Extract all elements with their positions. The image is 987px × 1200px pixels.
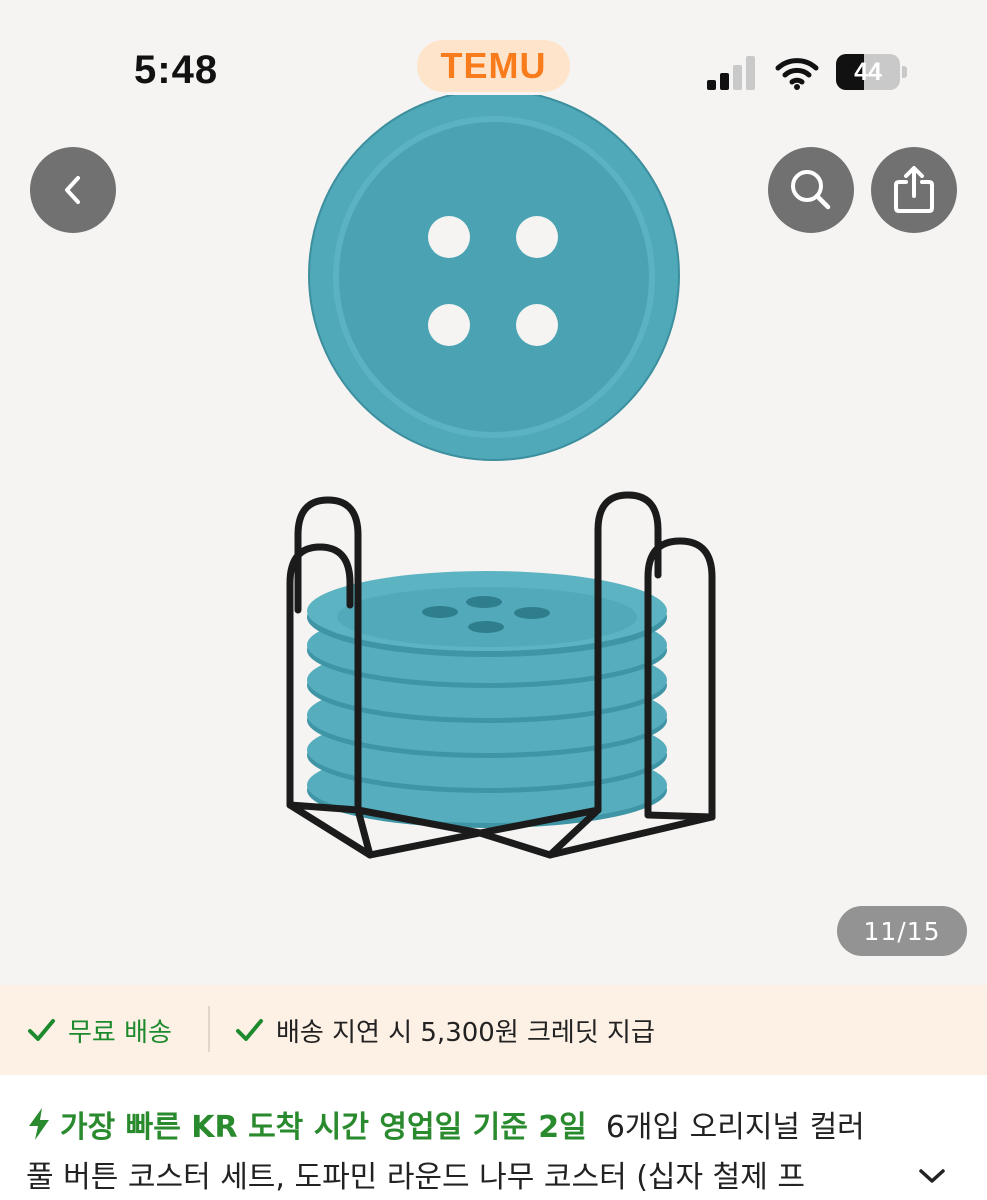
share-icon (894, 166, 934, 213)
cellular-signal-icon (707, 56, 755, 90)
battery-indicator: 44 (836, 54, 908, 90)
wifi-icon (775, 58, 819, 90)
lightning-icon (29, 1108, 49, 1140)
search-button[interactable] (768, 147, 854, 233)
product-title-start: 6개입 오리지널 컬러 (605, 1110, 865, 1145)
temu-logo: TEMU (417, 40, 570, 92)
chevron-down-icon (919, 1169, 945, 1183)
expand-title-button[interactable] (912, 1156, 952, 1196)
share-button[interactable] (871, 147, 957, 233)
shipping-divider (208, 1006, 210, 1052)
free-shipping-label: 무료 배송 (68, 1017, 172, 1048)
product-photo-button-coasters (286, 95, 716, 859)
shipping-info-bar: 무료 배송 배송 지연 시 5,300원 크레딧 지급 (0, 985, 987, 1075)
image-counter: 11/15 (837, 906, 967, 956)
delay-credit: 배송 지연 시 5,300원 크레딧 지급 (234, 985, 655, 1075)
product-title-line-1: 가장 빠른 KR 도착 시간 영업일 기준 2일 6개입 오리지널 컬러 (26, 1102, 865, 1146)
battery-percent: 44 (854, 58, 882, 86)
single-button-coaster (308, 95, 680, 461)
product-title-line-2: 풀 버튼 코스터 세트, 도파민 라운드 나무 코스터 (십자 철제 프 (26, 1160, 806, 1195)
check-icon (28, 1019, 55, 1041)
product-image-gallery[interactable]: 5:48 TEMU 44 11/15 (0, 0, 987, 985)
check-icon (236, 1019, 263, 1041)
search-icon (791, 170, 831, 210)
back-button[interactable] (30, 147, 116, 233)
chevron-left-icon (65, 176, 80, 204)
free-shipping: 무료 배송 (26, 985, 172, 1075)
fast-arrival-text: 가장 빠른 KR 도착 시간 영업일 기준 2일 (60, 1110, 587, 1145)
delay-credit-label: 배송 지연 시 5,300원 크레딧 지급 (276, 1017, 655, 1048)
status-time: 5:48 (134, 48, 219, 92)
